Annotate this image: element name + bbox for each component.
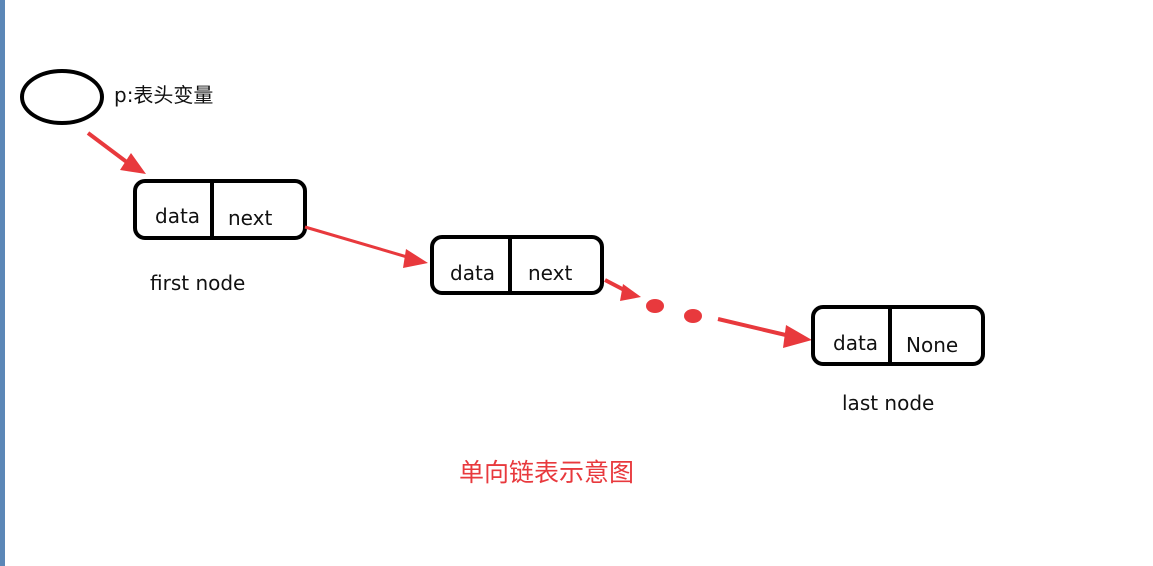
last-node-none-label: None — [906, 333, 958, 357]
first-node-caption: first node — [150, 271, 245, 295]
arrow-first-to-second — [304, 225, 428, 268]
first-node-data-label: data — [155, 204, 200, 228]
head-pointer-label: p:表头变量 — [114, 83, 213, 107]
second-node-next-label: next — [528, 261, 572, 285]
head-pointer-ellipse — [20, 69, 104, 125]
last-node-caption: last node — [842, 391, 934, 415]
arrow-second-to-ellipsis — [604, 278, 641, 301]
second-node-data-label: data — [450, 261, 495, 285]
arrow-head-to-first — [86, 131, 146, 174]
second-node: data next — [430, 235, 604, 295]
diagram-title: 单向链表示意图 — [459, 458, 634, 487]
first-node-next-label: next — [228, 206, 272, 230]
last-node-data-label: data — [833, 331, 878, 355]
last-node: data None — [811, 305, 985, 366]
arrow-ellipsis-to-last — [717, 317, 812, 348]
ellipsis-dot-1 — [646, 299, 664, 313]
linked-list-diagram: p:表头变量 data next first node data next da… — [20, 69, 985, 487]
first-node: data next — [133, 179, 307, 240]
ellipsis-dot-2 — [684, 309, 702, 323]
